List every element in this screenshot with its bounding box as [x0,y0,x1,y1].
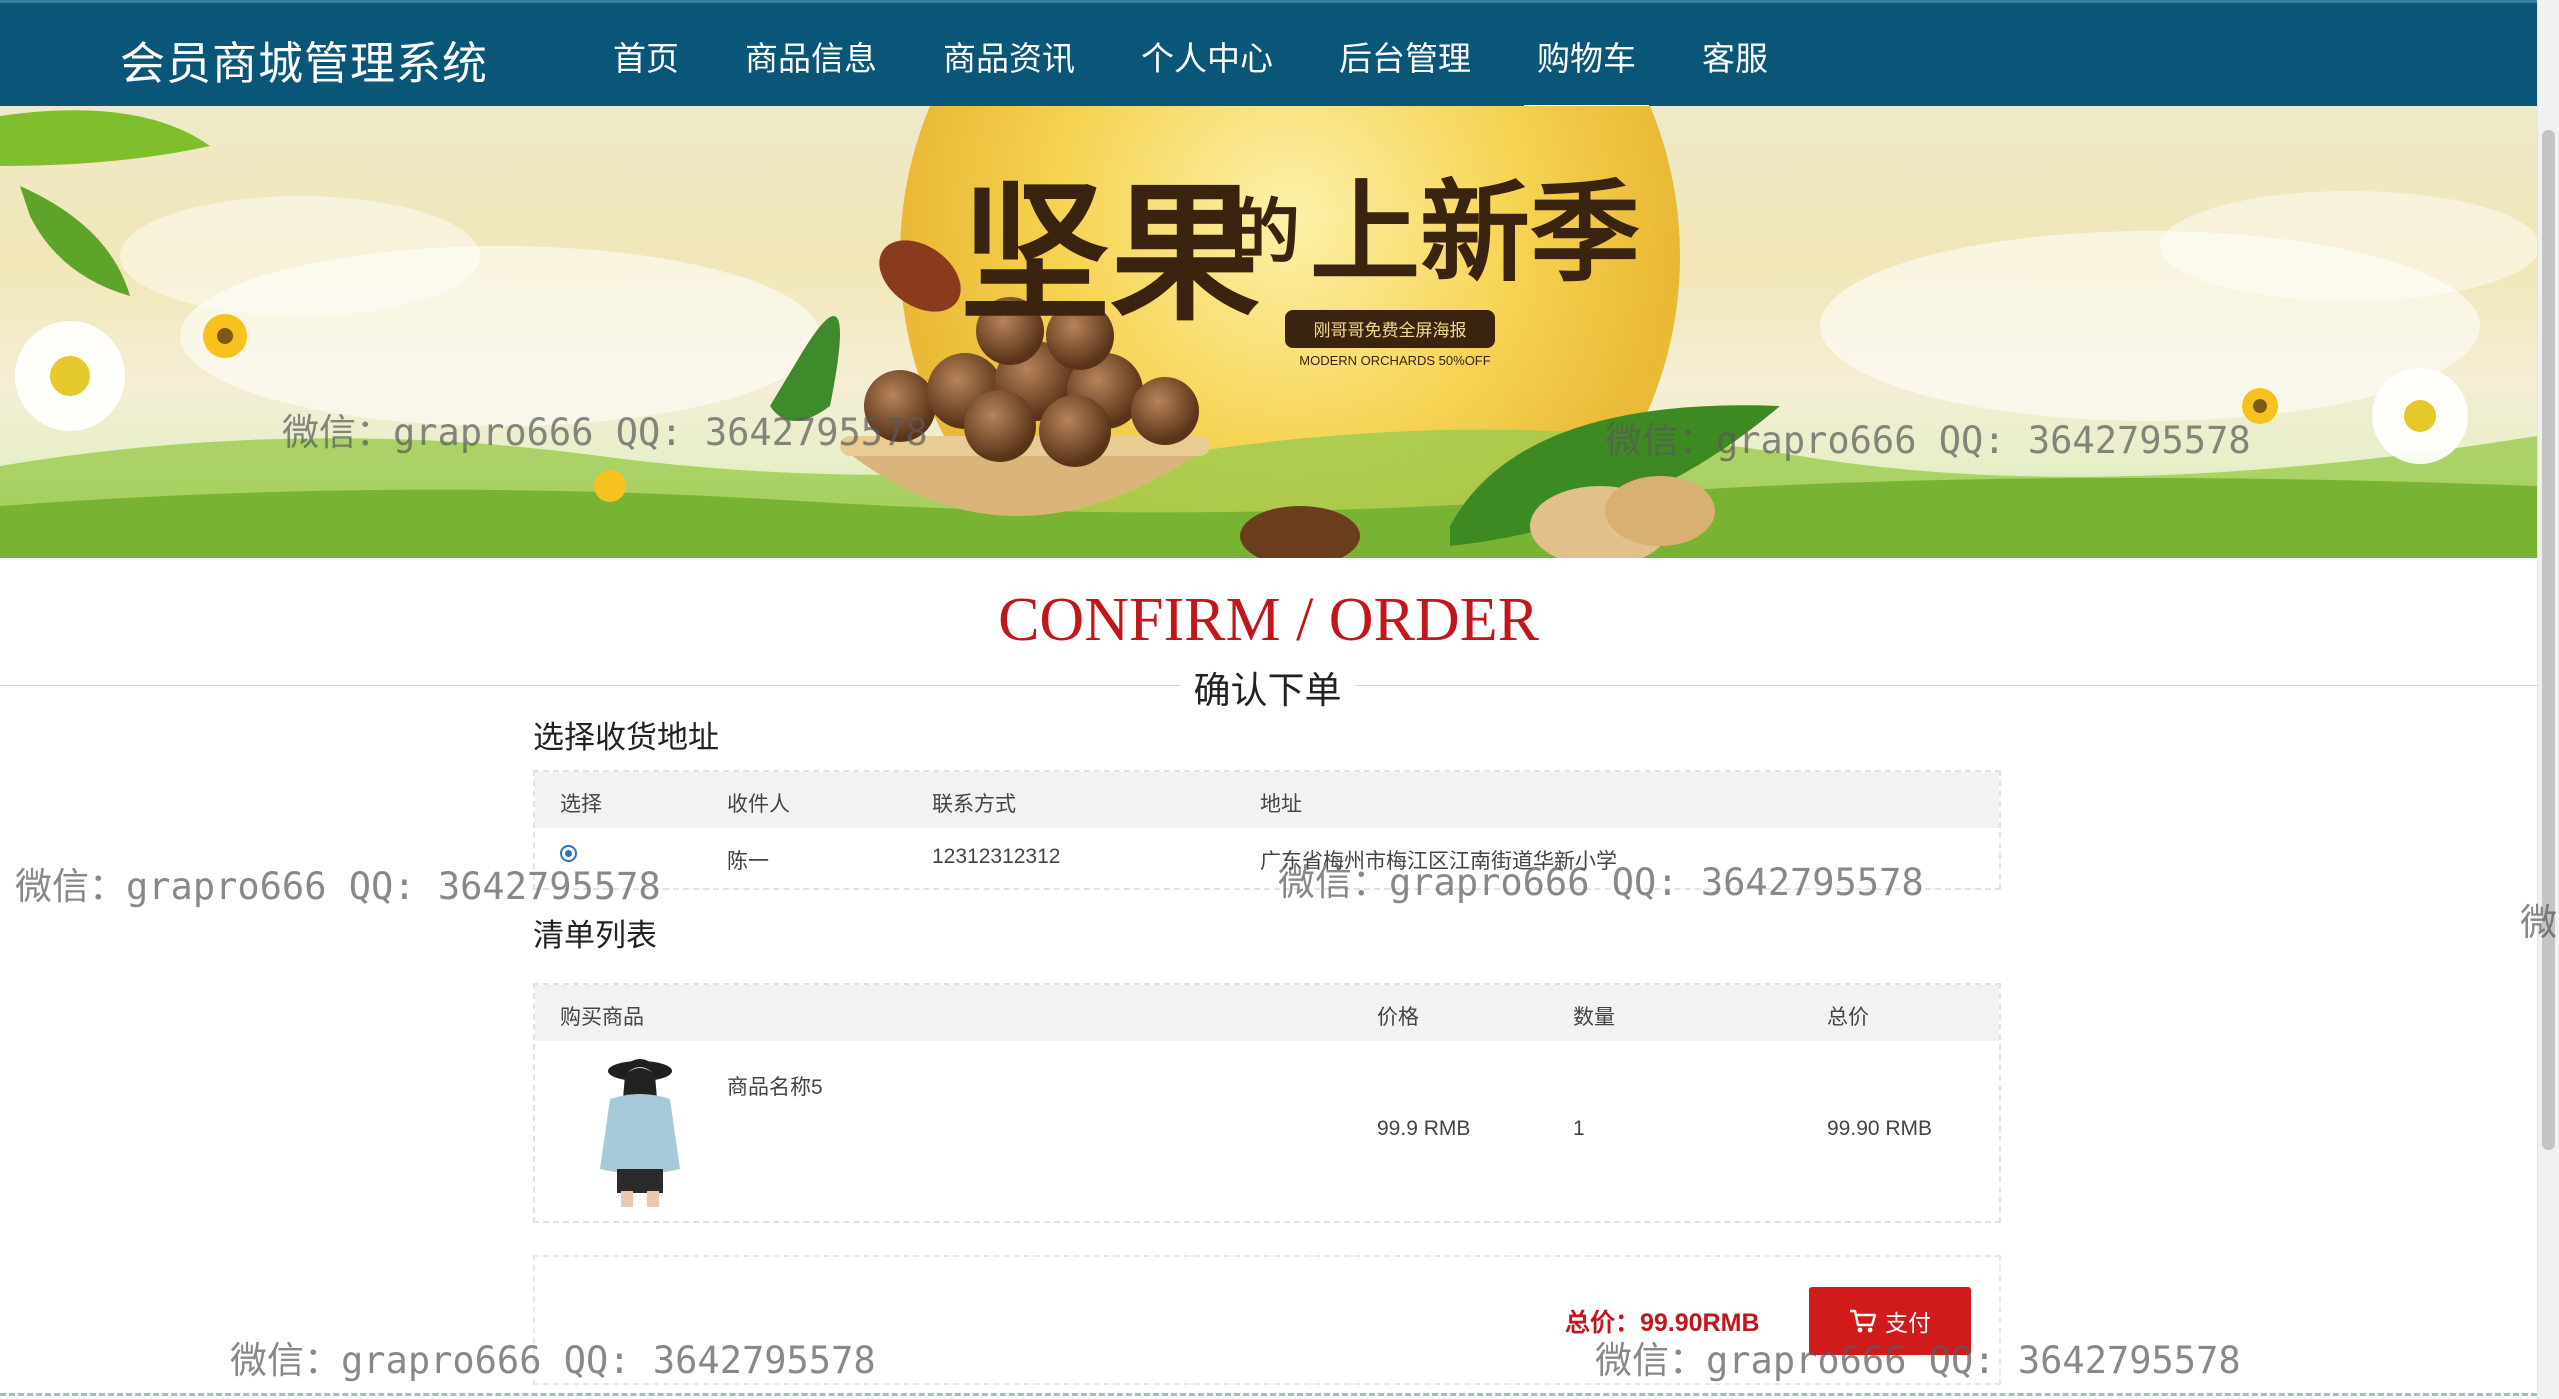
col-total: 总价 [1827,1006,1869,1029]
col-price: 价格 [1377,1006,1419,1029]
nav-item-news[interactable]: 商品资讯 [910,3,1108,109]
recipient-phone: 12312312312 [932,845,1061,868]
nav-item-admin[interactable]: 后台管理 [1306,3,1504,109]
site-brand[interactable]: 会员商城管理系统 [120,27,488,92]
order-table: 购买商品 价格 数量 总价 商品名称5 99.9 RMB 1 99.90 RMB [533,983,2001,1223]
col-phone: 联系方式 [932,793,1016,816]
recipient-name: 陈一 [727,850,769,873]
nav-item-cart[interactable]: 购物车 [1504,3,1669,109]
daisy-left [15,321,125,431]
col-recipient: 收件人 [727,793,790,816]
pay-button[interactable]: 支付 [1809,1287,1971,1355]
page-scrollbar[interactable] [2537,0,2559,1399]
order-total: 总价：99.90RMB [1565,1309,1760,1337]
promo-banner: 坚果 的 上新季 刚哥哥免费全屏海报 MODERN ORCHARDS 50%OF… [0,106,2537,558]
col-quantity: 数量 [1573,1006,1615,1029]
banner-headline-1: 坚果 [960,166,1260,342]
nav-item-products[interactable]: 商品信息 [712,3,910,109]
scrollbar-thumb[interactable] [2542,130,2555,1150]
cart-icon [1850,1309,1877,1333]
address-table-header: 选择 收件人 联系方式 地址 [535,772,1999,828]
nav-item-home[interactable]: 首页 [580,3,712,109]
order-section-label: 清单列表 [533,918,657,954]
product-thumbnail[interactable] [585,1051,695,1209]
col-address: 地址 [1260,793,1302,816]
banner-headline-3: 上新季 [1310,168,1640,297]
page-title: CONFIRM / ORDER [998,586,1539,654]
address-table: 选择 收件人 联系方式 地址 陈一 12312312312 广东省梅州市梅江区江… [533,770,2001,890]
banner-subline: MODERN ORCHARDS 50%OFF [1299,353,1490,368]
product-quantity: 1 [1573,1117,1585,1140]
top-navbar: 会员商城管理系统 首页 商品信息 商品资讯 个人中心 后台管理 购物车 客服 [0,0,2537,109]
col-product: 购买商品 [560,1006,644,1029]
order-summary: 总价：99.90RMB 支付 [533,1255,2001,1385]
banner-badge: 刚哥哥免费全屏海报 [1314,321,1467,341]
banner-artwork: 坚果 的 上新季 刚哥哥免费全屏海报 MODERN ORCHARDS 50%OF… [0,106,2537,558]
order-table-header: 购买商品 价格 数量 总价 [535,985,1999,1041]
bottom-border [0,1393,2537,1396]
address-section-label: 选择收货地址 [533,720,719,756]
banner-headline-2: 的 [1230,190,1300,273]
col-select: 选择 [560,793,602,816]
order-row: 商品名称5 99.9 RMB 1 99.90 RMB [535,1041,1999,1221]
product-name[interactable]: 商品名称5 [727,1071,823,1101]
nav-item-service[interactable]: 客服 [1669,3,1801,109]
product-total: 99.90 RMB [1827,1117,1933,1140]
address-row[interactable]: 陈一 12312312312 广东省梅州市梅江区江南街道华新小学 [535,828,1999,888]
page-subtitle: 确认下单 [1180,660,1355,714]
recipient-address: 广东省梅州市梅江区江南街道华新小学 [1260,850,1617,873]
pay-button-label: 支付 [1885,1310,1931,1336]
product-price: 99.9 RMB [1377,1117,1471,1140]
nav-item-profile[interactable]: 个人中心 [1108,3,1306,109]
main-nav: 首页 商品信息 商品资讯 个人中心 后台管理 购物车 客服 [580,3,1801,109]
address-radio[interactable] [560,845,577,862]
